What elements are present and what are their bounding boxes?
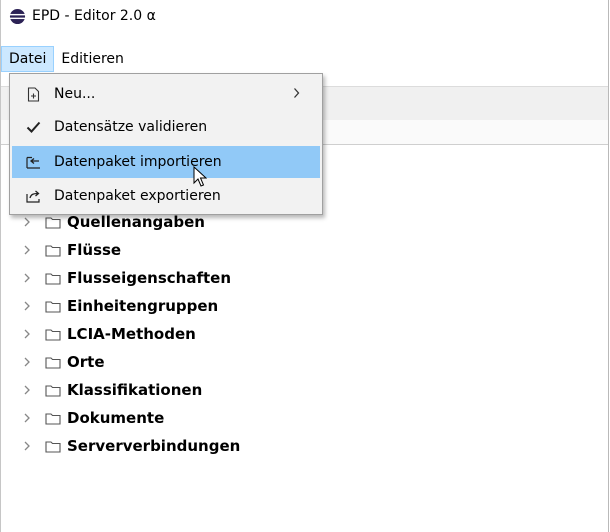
chevron-right-icon[interactable] bbox=[23, 329, 45, 339]
chevron-right-icon[interactable] bbox=[23, 385, 45, 395]
window-title: EPD - Editor 2.0 α bbox=[32, 8, 156, 24]
folder-icon bbox=[45, 244, 67, 257]
menu-item-import[interactable]: Datenpaket importieren bbox=[12, 146, 320, 178]
chevron-right-icon[interactable] bbox=[23, 357, 45, 367]
tree-item[interactable]: Flüsse bbox=[23, 236, 240, 264]
chevron-right-icon[interactable] bbox=[23, 217, 45, 227]
tree-item-label: Flusseigenschaften bbox=[67, 269, 231, 287]
app-window: EPD - Editor 2.0 α Datei Editieren Quell… bbox=[0, 0, 609, 532]
new-file-icon bbox=[12, 86, 54, 102]
mouse-cursor-icon bbox=[193, 166, 207, 187]
checkmark-icon bbox=[12, 121, 54, 133]
tree-item[interactable]: Klassifikationen bbox=[23, 376, 240, 404]
menu-item-label: Datenpaket exportieren bbox=[54, 188, 221, 204]
folder-icon bbox=[45, 300, 67, 313]
folder-icon bbox=[45, 412, 67, 425]
menu-item-validate[interactable]: Datensätze validieren bbox=[12, 111, 320, 143]
tree-item-label: Flüsse bbox=[67, 241, 122, 259]
title-bar: EPD - Editor 2.0 α bbox=[1, 0, 608, 32]
tree-item[interactable]: Dokumente bbox=[23, 404, 240, 432]
chevron-right-icon[interactable] bbox=[23, 245, 45, 255]
tree-item[interactable]: Orte bbox=[23, 348, 240, 376]
import-icon bbox=[12, 156, 54, 169]
folder-icon bbox=[45, 384, 67, 397]
menu-item-export[interactable]: Datenpaket exportieren bbox=[12, 180, 320, 212]
chevron-right-icon[interactable] bbox=[23, 273, 45, 283]
tree-item-label: Quellenangaben bbox=[67, 213, 205, 231]
app-logo-icon bbox=[9, 8, 26, 24]
navigation-tree: Quellenangaben Flüsse Flusseigenschaften… bbox=[23, 208, 240, 460]
export-icon bbox=[12, 190, 54, 203]
menu-editieren[interactable]: Editieren bbox=[54, 46, 131, 72]
tree-item[interactable]: LCIA-Methoden bbox=[23, 320, 240, 348]
menu-item-label: Neu... bbox=[54, 86, 96, 102]
tree-item[interactable]: Flusseigenschaften bbox=[23, 264, 240, 292]
tree-item-label: Klassifikationen bbox=[67, 381, 203, 399]
chevron-right-icon[interactable] bbox=[23, 413, 45, 423]
tree-item-label: Einheitengruppen bbox=[67, 297, 219, 315]
tree-item-label: Serververbindungen bbox=[67, 437, 241, 455]
folder-icon bbox=[45, 356, 67, 369]
tree-item-label: Orte bbox=[67, 353, 105, 371]
file-menu-dropdown: Neu... Datensätze validieren Datenpaket … bbox=[9, 73, 323, 215]
chevron-right-icon[interactable] bbox=[23, 441, 45, 451]
menu-item-new[interactable]: Neu... bbox=[12, 78, 320, 110]
folder-icon bbox=[45, 440, 67, 453]
chevron-right-icon[interactable] bbox=[23, 301, 45, 311]
tree-item[interactable]: Einheitengruppen bbox=[23, 292, 240, 320]
tree-item[interactable]: Serververbindungen bbox=[23, 432, 240, 460]
folder-icon bbox=[45, 216, 67, 229]
tree-item-label: LCIA-Methoden bbox=[67, 325, 196, 343]
menu-bar: Datei Editieren bbox=[1, 46, 608, 72]
submenu-arrow-icon bbox=[293, 87, 300, 103]
folder-icon bbox=[45, 272, 67, 285]
menu-datei[interactable]: Datei bbox=[1, 46, 55, 72]
menu-item-label: Datensätze validieren bbox=[54, 119, 208, 135]
tree-item-label: Dokumente bbox=[67, 409, 165, 427]
folder-icon bbox=[45, 328, 67, 341]
